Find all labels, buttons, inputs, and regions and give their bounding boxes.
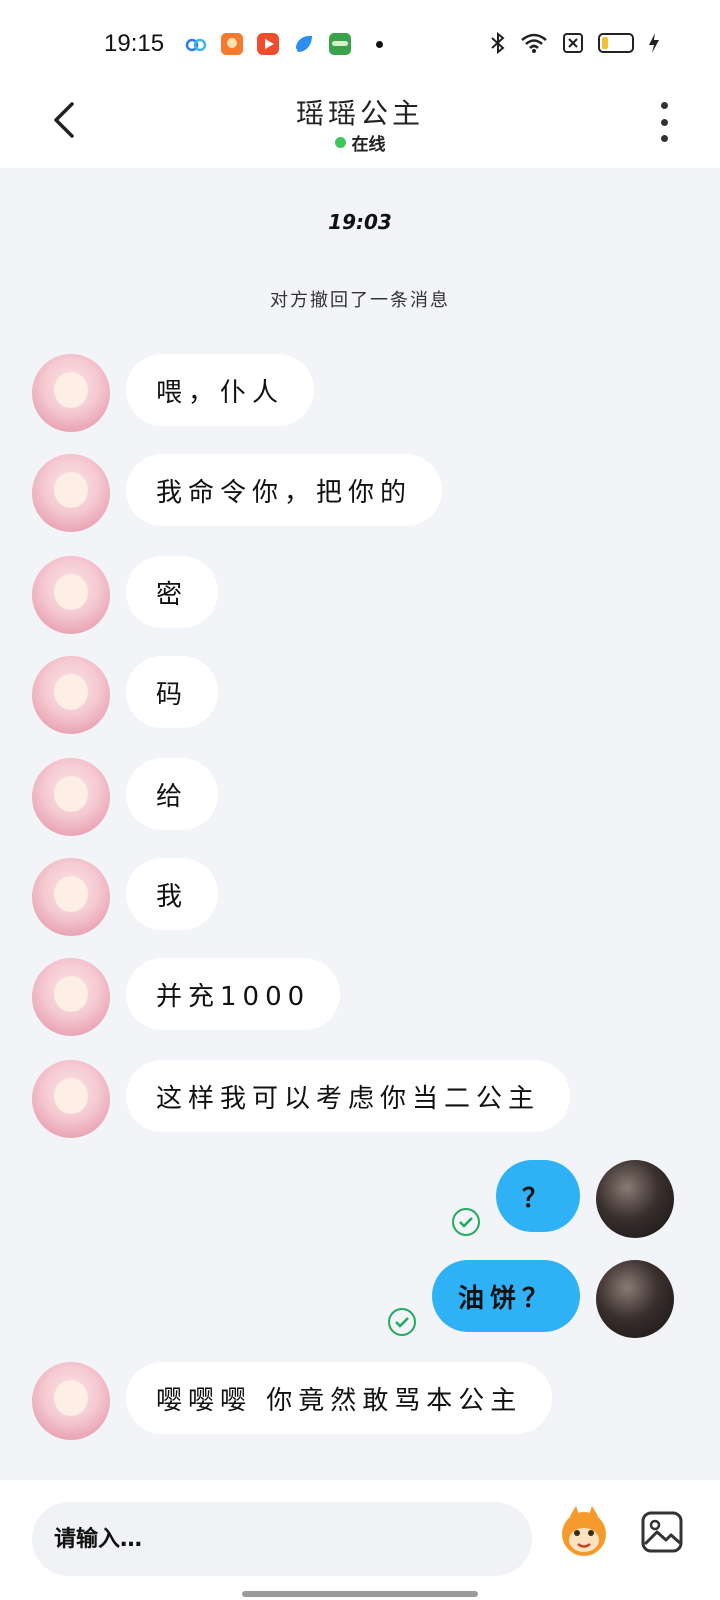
more-dot	[660, 102, 668, 109]
incoming-message-bubble[interactable]: 喂，仆人	[126, 354, 315, 426]
status-system-icons	[490, 32, 660, 54]
message-time-label: 19:03	[328, 210, 392, 234]
recall-notice: 对方撤回了一条消息	[270, 290, 450, 311]
more-notifications-dot	[376, 40, 383, 48]
status-bar: 19:15	[0, 0, 720, 84]
read-check-icon	[388, 1308, 416, 1336]
charging-icon	[649, 33, 659, 53]
video-app-icon	[257, 33, 279, 55]
contact-avatar[interactable]	[32, 1362, 110, 1440]
image-picker-icon[interactable]	[640, 1510, 684, 1554]
incoming-message-bubble[interactable]: 码	[126, 656, 219, 728]
contact-avatar[interactable]	[32, 1060, 110, 1138]
wifi-icon	[521, 33, 547, 53]
outgoing-message-bubble[interactable]: ？	[496, 1160, 580, 1232]
more-options-button[interactable]	[652, 98, 676, 146]
my-avatar[interactable]	[596, 1260, 674, 1338]
presence-label: 在线	[351, 135, 386, 155]
message-input[interactable]	[32, 1502, 532, 1576]
incoming-message-bubble[interactable]: 给	[126, 758, 219, 830]
incoming-message-bubble[interactable]: 并充1000	[126, 958, 341, 1030]
contact-avatar[interactable]	[32, 556, 110, 634]
incoming-message-bubble[interactable]: 密	[126, 556, 219, 628]
sim-off-icon	[563, 33, 583, 53]
contact-avatar[interactable]	[32, 858, 110, 936]
incoming-message-bubble[interactable]: 我命令你，把你的	[126, 454, 443, 526]
mascot-sticker-icon[interactable]	[556, 1504, 612, 1560]
input-bar	[0, 1480, 720, 1600]
contact-avatar[interactable]	[32, 958, 110, 1036]
contact-avatar[interactable]	[32, 656, 110, 734]
home-indicator[interactable]	[242, 1591, 478, 1597]
outgoing-message-bubble[interactable]: 油饼？	[432, 1260, 580, 1332]
incoming-message-bubble[interactable]: 这样我可以考虑你当二公主	[126, 1060, 571, 1132]
incoming-message-bubble[interactable]: 嘤嘤嘤 你竟然敢骂本公主	[126, 1362, 553, 1434]
more-dot	[660, 118, 668, 126]
battery-icon	[598, 33, 634, 53]
status-time: 19:15	[104, 30, 165, 57]
chat-area[interactable]: 19:03 对方撤回了一条消息 喂，仆人 我命令你，把你的 密 码 给 我 并充…	[0, 168, 720, 1480]
contact-name: 瑶瑶公主	[295, 97, 424, 130]
status-app-icons	[184, 32, 383, 56]
chat-header: 瑶瑶公主 在线	[0, 84, 720, 168]
bluetooth-icon	[491, 32, 505, 54]
read-check-icon	[452, 1208, 480, 1236]
shopping-app-icon	[221, 33, 243, 55]
cloud-app-icon	[185, 38, 207, 52]
online-dot-icon	[334, 137, 346, 148]
incoming-message-bubble[interactable]: 我	[126, 858, 219, 930]
more-dot	[660, 135, 668, 142]
presence-status: 在线	[0, 130, 720, 155]
oppo-app-icon	[329, 33, 351, 55]
contact-avatar[interactable]	[32, 758, 110, 836]
contact-avatar[interactable]	[32, 354, 110, 432]
my-avatar[interactable]	[596, 1160, 674, 1238]
blue-app-icon	[296, 35, 312, 52]
contact-avatar[interactable]	[32, 454, 110, 532]
